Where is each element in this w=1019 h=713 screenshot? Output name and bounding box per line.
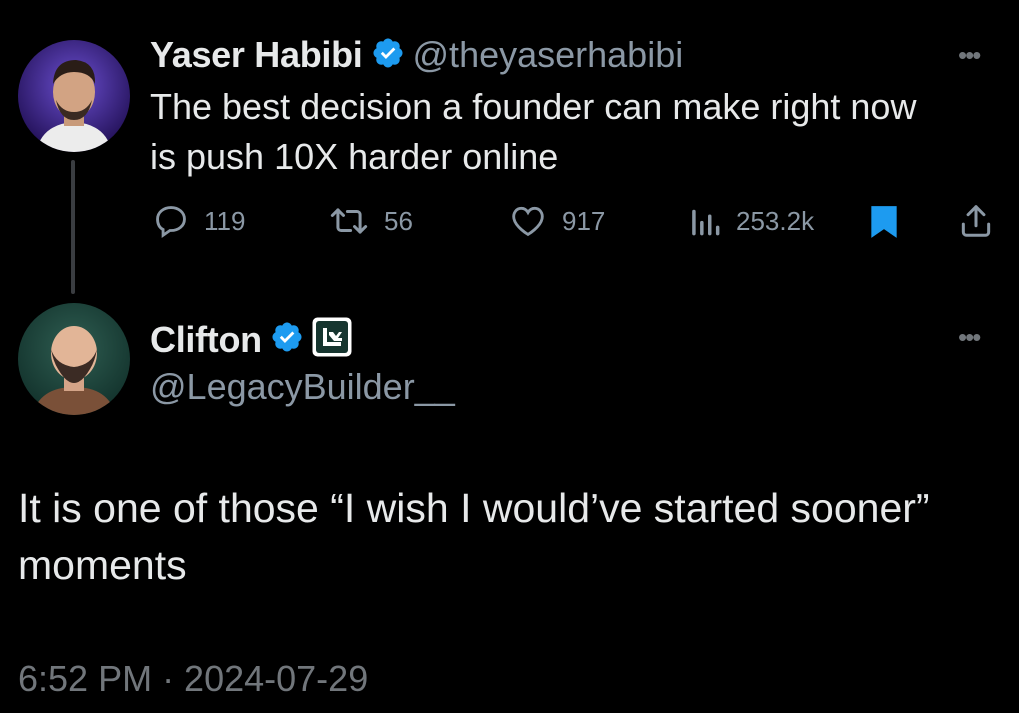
- repost-count: 56: [384, 205, 413, 236]
- views-count: 253.2k: [736, 205, 815, 236]
- more-horizontal-icon[interactable]: •••: [958, 322, 981, 353]
- reply-post-text: It is one of those “I wish I would’ve st…: [18, 480, 1003, 594]
- original-post-header: Yaser Habibi @theyaserhabibi: [150, 34, 683, 76]
- views-icon: [688, 202, 722, 240]
- post-text-line: The best decision a founder can make rig…: [150, 86, 917, 127]
- share-icon[interactable]: [957, 202, 995, 245]
- author-handle[interactable]: @LegacyBuilder__: [150, 366, 455, 408]
- affiliate-badge-icon[interactable]: [312, 317, 352, 362]
- author-name[interactable]: Yaser Habibi: [150, 34, 363, 76]
- post-timestamp[interactable]: 6:52 PM · 2024-07-29: [18, 658, 368, 700]
- avatar-clifton[interactable]: [18, 303, 130, 415]
- author-handle[interactable]: @theyaserhabibi: [413, 34, 684, 76]
- reply-post-header: Clifton: [150, 317, 352, 362]
- bookmark-icon[interactable]: [868, 203, 900, 246]
- like-icon: [508, 202, 548, 240]
- reply-action[interactable]: 119: [152, 202, 245, 240]
- post-text-line: is push 10X harder online: [150, 136, 559, 177]
- original-post-text: The best decision a founder can make rig…: [150, 82, 980, 182]
- verified-badge-icon: [371, 36, 405, 75]
- like-action[interactable]: 917: [508, 202, 605, 240]
- more-horizontal-icon[interactable]: •••: [958, 40, 981, 71]
- reply-icon: [152, 202, 190, 240]
- reply-count: 119: [204, 205, 246, 236]
- post-text-line: It is one of those “I wish I would’ve st…: [18, 485, 930, 531]
- repost-action[interactable]: 56: [328, 202, 413, 240]
- verified-badge-icon: [270, 320, 304, 359]
- views-action[interactable]: 253.2k: [688, 202, 814, 240]
- thread-connector-line: [71, 160, 75, 294]
- repost-icon: [328, 202, 370, 240]
- avatar-yaser-habibi[interactable]: [18, 40, 130, 152]
- like-count: 917: [562, 205, 606, 236]
- post-text-line: moments: [18, 542, 187, 588]
- author-name[interactable]: Clifton: [150, 319, 262, 361]
